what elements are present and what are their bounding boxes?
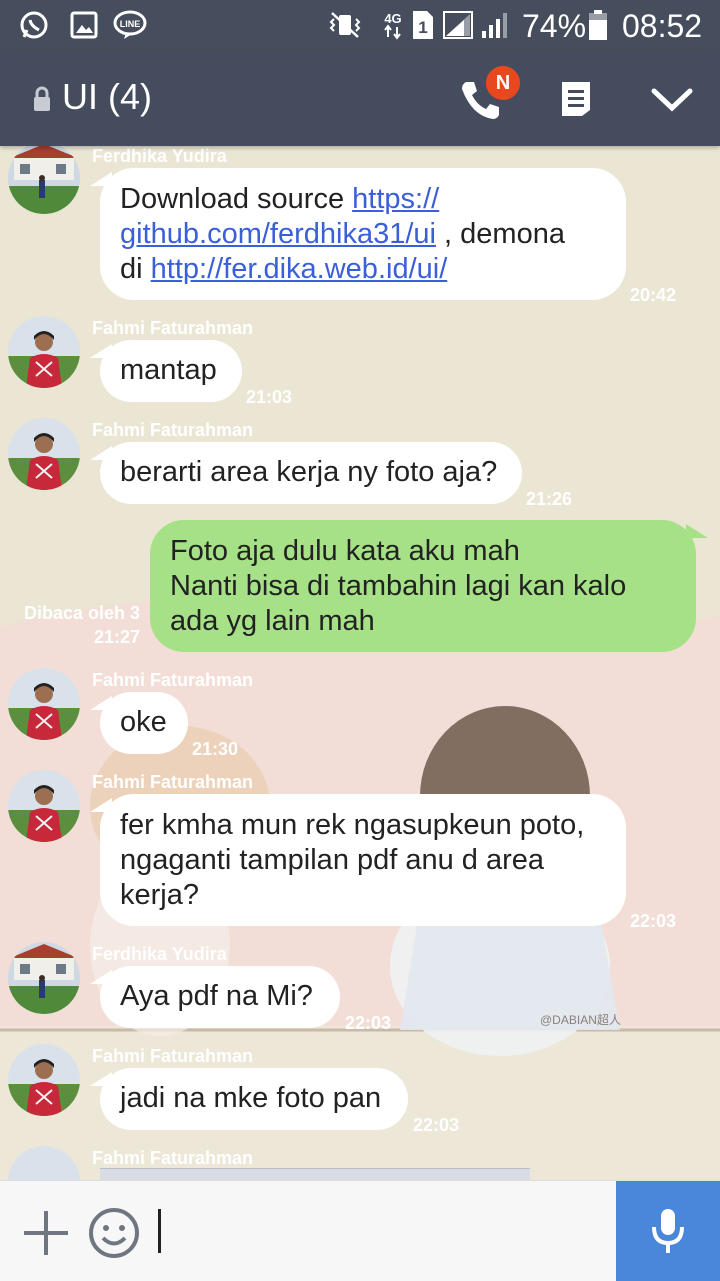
message-link[interactable]: http://fer.dika.web.id/ui/ [151, 253, 448, 285]
sender-name: Fahmi Faturahman [92, 1046, 254, 1066]
message-bubble[interactable]: Download source https:// github.com/ferd… [100, 168, 626, 300]
message-bubble[interactable]: jadi na mke foto pan [100, 1068, 408, 1130]
svg-text:4G: 4G [384, 11, 401, 26]
image-message-thumbnail[interactable] [100, 1168, 530, 1180]
avatar[interactable] [8, 942, 80, 1014]
message-link[interactable]: https:// [352, 183, 439, 215]
avatar[interactable] [8, 770, 80, 842]
message-time: 20:42 [630, 285, 677, 305]
read-receipt: Dibaca oleh 3 [23, 603, 140, 623]
message-time: 21:26 [526, 489, 573, 509]
svg-text:1: 1 [418, 18, 427, 37]
lock-icon [34, 86, 50, 111]
message-input-bar [0, 1180, 720, 1281]
message-link[interactable]: github.com/ferdhika31/ui [120, 218, 436, 250]
chat-area[interactable]: @DABIAN超人 Ferdhika Yudira Download sourc… [0, 146, 720, 1180]
chat-title[interactable]: UI (4) [62, 76, 152, 118]
message-bubble[interactable]: fer kmha mun rek ngasupkeun poto, ngagan… [100, 794, 626, 926]
sender-name: Fahmi Faturahman [92, 318, 254, 338]
avatar[interactable] [8, 418, 80, 490]
voice-message-button[interactable] [616, 1181, 720, 1281]
message-time: 22:03 [630, 911, 677, 931]
sender-name: Fahmi Faturahman [92, 772, 254, 792]
whatsapp-icon [20, 11, 48, 39]
message-bubble[interactable]: oke [100, 692, 188, 754]
plus-icon[interactable] [22, 1209, 70, 1257]
notes-icon[interactable] [560, 80, 592, 118]
message-bubble[interactable]: berarti area kerja ny foto aja? [100, 442, 522, 504]
avatar[interactable] [8, 1044, 80, 1116]
sender-name: Ferdhika Yudira [92, 146, 227, 166]
chat-header: UI (4) N [0, 50, 720, 146]
message-input[interactable] [158, 1209, 161, 1253]
signal-icon [482, 13, 507, 38]
battery-icon [589, 10, 607, 40]
avatar[interactable] [8, 668, 80, 740]
microphone-icon [652, 1209, 684, 1253]
svg-text:LINE: LINE [120, 19, 141, 29]
message-time: 21:30 [192, 739, 239, 759]
line-icon: LINE [113, 10, 147, 39]
sender-name: Fahmi Faturahman [92, 1148, 254, 1168]
call-notification-badge: N [484, 64, 522, 102]
sender-name: Fahmi Faturahman [92, 420, 254, 440]
clock: 08:52 [622, 8, 703, 44]
message-time: 22:03 [345, 1013, 392, 1033]
message-time: 22:03 [413, 1115, 460, 1135]
message-time: 21:27 [93, 627, 140, 647]
sender-name: Ferdhika Yudira [92, 944, 227, 964]
message-bubble[interactable]: mantap [100, 340, 242, 402]
message-time: 21:03 [246, 387, 293, 407]
vibrate-icon [329, 12, 361, 38]
status-bar: LINE 4G 1 74% 08:52 [0, 0, 720, 50]
svg-text:@DABIAN超人: @DABIAN超人 [540, 1012, 621, 1027]
gallery-icon [70, 11, 98, 39]
sim-icon: 1 [413, 11, 433, 39]
signal-icon [443, 11, 473, 39]
network-4g-icon: 4G [384, 11, 402, 40]
avatar[interactable] [8, 316, 80, 388]
chevron-down-icon[interactable] [650, 86, 694, 114]
battery-percent: 74% [522, 8, 587, 44]
sender-name: Fahmi Faturahman [92, 670, 254, 690]
my-message-bubble[interactable]: Foto aja dulu kata aku mah Nanti bisa di… [150, 520, 696, 652]
emoji-icon[interactable] [88, 1207, 140, 1259]
message-bubble[interactable]: Aya pdf na Mi? [100, 966, 340, 1028]
